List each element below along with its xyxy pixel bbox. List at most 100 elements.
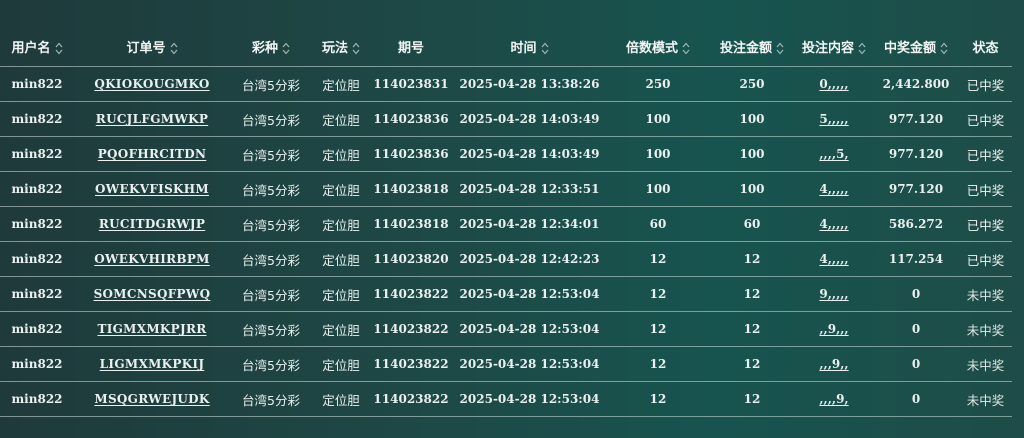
column-header-label: 玩法 [321, 40, 348, 56]
order-number-link[interactable]: SOMCNSQFPWQ [94, 287, 211, 301]
order-number-link[interactable]: RUCJLFGMWKP [96, 112, 208, 126]
time-value: 2025-04-28 13:38:26 [459, 77, 600, 91]
status-text: 已中奖 [966, 217, 1005, 233]
cell-prize: 977.120 [873, 101, 959, 137]
order-number-link[interactable]: MSQGRWEJUDK [94, 392, 209, 406]
cell-play: 定位胆 [312, 381, 370, 417]
sort-updown-icon[interactable] [55, 42, 63, 55]
bet-content-link[interactable]: ,,9,,, [819, 322, 848, 336]
cell-order: RUCJLFGMWKP [74, 101, 230, 137]
user-value: min822 [11, 217, 63, 231]
order-number-link[interactable]: OWEKVFISKHM [95, 182, 209, 196]
multiple-value: 12 [649, 252, 667, 266]
cell-multiple: 100 [607, 171, 709, 207]
column-header-amount[interactable]: 投注金额 [709, 26, 795, 67]
sort-updown-icon[interactable] [352, 42, 360, 55]
cell-issue: 114023820 [370, 241, 452, 277]
cell-prize: 0 [873, 381, 959, 417]
sort-updown-icon[interactable] [682, 42, 690, 55]
multiple-value: 250 [645, 77, 671, 91]
bet-content-link[interactable]: ,,,,9, [819, 392, 848, 406]
column-header-lottery[interactable]: 彩种 [230, 26, 312, 67]
column-header-content[interactable]: 投注内容 [795, 26, 873, 67]
bet-content-link[interactable]: 4,,,,, [819, 182, 848, 196]
cell-prize: 0 [873, 311, 959, 347]
user-value: min822 [11, 112, 63, 126]
cell-lottery: 台湾5分彩 [230, 241, 312, 277]
order-number-link[interactable]: RUCITDGRWJP [99, 217, 205, 231]
cell-user: min822 [0, 241, 74, 277]
column-header-multiple[interactable]: 倍数模式 [607, 26, 709, 67]
bet-content-link[interactable]: 4,,,,, [819, 252, 848, 266]
lottery-value: 台湾5分彩 [242, 112, 300, 128]
column-header-time[interactable]: 时间 [452, 26, 607, 67]
sort-updown-icon[interactable] [940, 42, 948, 55]
bet-content-link[interactable]: 0,,,,, [819, 77, 848, 91]
status-text: 已中奖 [966, 252, 1005, 268]
time-value: 2025-04-28 12:42:23 [459, 252, 600, 266]
lottery-value: 台湾5分彩 [242, 252, 300, 268]
cell-multiple: 12 [607, 346, 709, 382]
order-number-link[interactable]: OWEKVHIRBPM [94, 252, 210, 266]
cell-content: 4,,,,, [795, 171, 873, 207]
bet-content-link[interactable]: 5,,,,, [819, 112, 848, 126]
user-value: min822 [11, 357, 63, 371]
column-header-user[interactable]: 用户名 [0, 26, 74, 67]
cell-issue: 114023836 [370, 136, 452, 172]
cell-time: 2025-04-28 12:53:04 [452, 311, 607, 347]
order-number-link[interactable]: LIGMXMKPKIJ [100, 357, 205, 371]
multiple-value: 12 [649, 322, 667, 336]
bet-content-link[interactable]: ,,,9,, [819, 357, 848, 371]
cell-content: 9,,,,, [795, 276, 873, 312]
column-header-label: 时间 [510, 40, 537, 56]
cell-lottery: 台湾5分彩 [230, 101, 312, 137]
user-value: min822 [11, 287, 63, 301]
table-row: min822 LIGMXMKPKIJ 台湾5分彩 定位胆 114023822 2025-0… [0, 346, 1012, 382]
cell-lottery: 台湾5分彩 [230, 276, 312, 312]
cell-order: TIGMXMKPJRR [74, 311, 230, 347]
bet-content-link[interactable]: ,,,,5, [819, 147, 848, 161]
column-header-order[interactable]: 订单号 [74, 26, 230, 67]
order-number-link[interactable]: PQOFHRCITDN [98, 147, 207, 161]
lottery-value: 台湾5分彩 [242, 357, 300, 373]
cell-status: 已中奖 [959, 136, 1012, 172]
cell-multiple: 12 [607, 276, 709, 312]
cell-amount: 60 [709, 206, 795, 242]
column-header-prize[interactable]: 中奖金额 [873, 26, 959, 67]
user-value: min822 [11, 322, 63, 336]
sort-updown-icon[interactable] [282, 42, 290, 55]
cell-time: 2025-04-28 12:53:04 [452, 381, 607, 417]
sort-updown-icon[interactable] [541, 42, 549, 55]
lottery-value: 台湾5分彩 [242, 147, 300, 163]
cell-lottery: 台湾5分彩 [230, 381, 312, 417]
sort-updown-icon[interactable] [858, 42, 866, 55]
order-number-link[interactable]: QKIOKOUGMKO [94, 77, 209, 91]
play-value: 定位胆 [322, 287, 360, 303]
column-header-play[interactable]: 玩法 [312, 26, 370, 67]
lottery-value: 台湾5分彩 [242, 322, 300, 338]
time-value: 2025-04-28 14:03:49 [459, 112, 600, 126]
cell-user: min822 [0, 346, 74, 382]
lottery-value: 台湾5分彩 [242, 182, 300, 198]
cell-status: 未中奖 [959, 381, 1012, 417]
cell-prize: 586.272 [873, 206, 959, 242]
lottery-value: 台湾5分彩 [242, 392, 300, 408]
cell-play: 定位胆 [312, 206, 370, 242]
bet-content-link[interactable]: 9,,,,, [819, 287, 848, 301]
prize-value: 2,442.800 [882, 77, 950, 91]
status-text: 未中奖 [966, 322, 1005, 338]
cell-order: QKIOKOUGMKO [74, 66, 230, 102]
cell-amount: 100 [709, 171, 795, 207]
order-number-link[interactable]: TIGMXMKPJRR [97, 322, 206, 336]
sort-updown-icon[interactable] [170, 42, 178, 55]
bet-content-link[interactable]: 4,,,,, [819, 217, 848, 231]
column-header-status: 状态 [959, 26, 1012, 67]
multiple-value: 100 [645, 112, 671, 126]
cell-prize: 117.254 [873, 241, 959, 277]
cell-issue: 114023831 [370, 66, 452, 102]
table-row: min822 PQOFHRCITDN 台湾5分彩 定位胆 114023836 2025-0… [0, 136, 1012, 172]
cell-multiple: 12 [607, 381, 709, 417]
sort-updown-icon[interactable] [776, 42, 784, 55]
amount-value: 100 [739, 112, 765, 126]
cell-content: 5,,,,, [795, 101, 873, 137]
